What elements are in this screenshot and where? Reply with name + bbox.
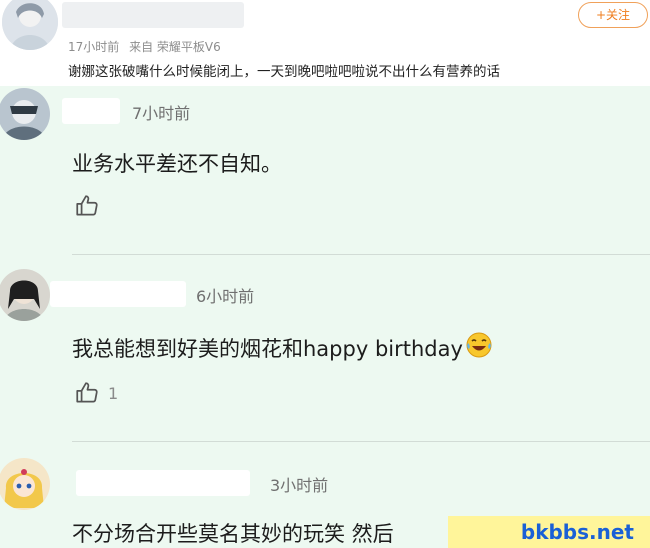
laughing-tears-emoji-icon xyxy=(465,331,493,364)
thumbs-up-icon xyxy=(76,195,98,216)
comment-time: 3小时前 xyxy=(270,476,329,495)
post-meta: 17小时前 来自 荣耀平板V6 xyxy=(68,38,221,55)
thumbs-up-icon xyxy=(76,382,98,403)
comment-text: 我总能想到好美的烟花和happy birthday xyxy=(72,337,463,361)
commenter-name-blurred[interactable] xyxy=(76,470,250,496)
commenter-avatar[interactable] xyxy=(0,458,50,510)
post-author-avatar[interactable] xyxy=(2,0,58,50)
like-button[interactable] xyxy=(74,193,108,219)
post-content: 谢娜这张破嘴什么时候能闭上，一天到晚吧啦吧啦说不出什么有营养的话 xyxy=(68,64,500,80)
commenter-avatar[interactable] xyxy=(0,269,50,321)
comment-list: 7小时前 业务水平差还不自知。 6小时前 我总能想到好美的烟花和happy bi… xyxy=(0,86,650,548)
comment-time: 7小时前 xyxy=(132,104,191,123)
commenter-name-blurred[interactable] xyxy=(62,98,120,124)
post: +关注 17小时前 来自 荣耀平板V6 谢娜这张破嘴什么时候能闭上，一天到晚吧啦… xyxy=(0,0,650,86)
comment-time: 6小时前 xyxy=(196,287,255,306)
post-author-name-blurred[interactable] xyxy=(62,2,244,28)
commenter-avatar[interactable] xyxy=(0,88,50,140)
post-source: 来自 荣耀平板V6 xyxy=(129,40,221,54)
post-time: 17小时前 xyxy=(68,40,120,54)
follow-button[interactable]: +关注 xyxy=(578,2,648,28)
like-button[interactable]: 1 xyxy=(74,380,118,406)
like-count: 1 xyxy=(108,383,119,403)
commenter-name-blurred[interactable] xyxy=(50,281,186,307)
comment-text-row: 我总能想到好美的烟花和happy birthday xyxy=(72,331,493,364)
comment-item: 6小时前 我总能想到好美的烟花和happy birthday 1 xyxy=(0,255,650,442)
comment-text: 不分场合开些莫名其妙的玩笑 然后 xyxy=(72,522,394,546)
comment-text: 业务水平差还不自知。 xyxy=(72,152,282,176)
site-watermark: bkbbs.net xyxy=(448,516,650,548)
comment-item: 7小时前 业务水平差还不自知。 xyxy=(0,86,650,255)
